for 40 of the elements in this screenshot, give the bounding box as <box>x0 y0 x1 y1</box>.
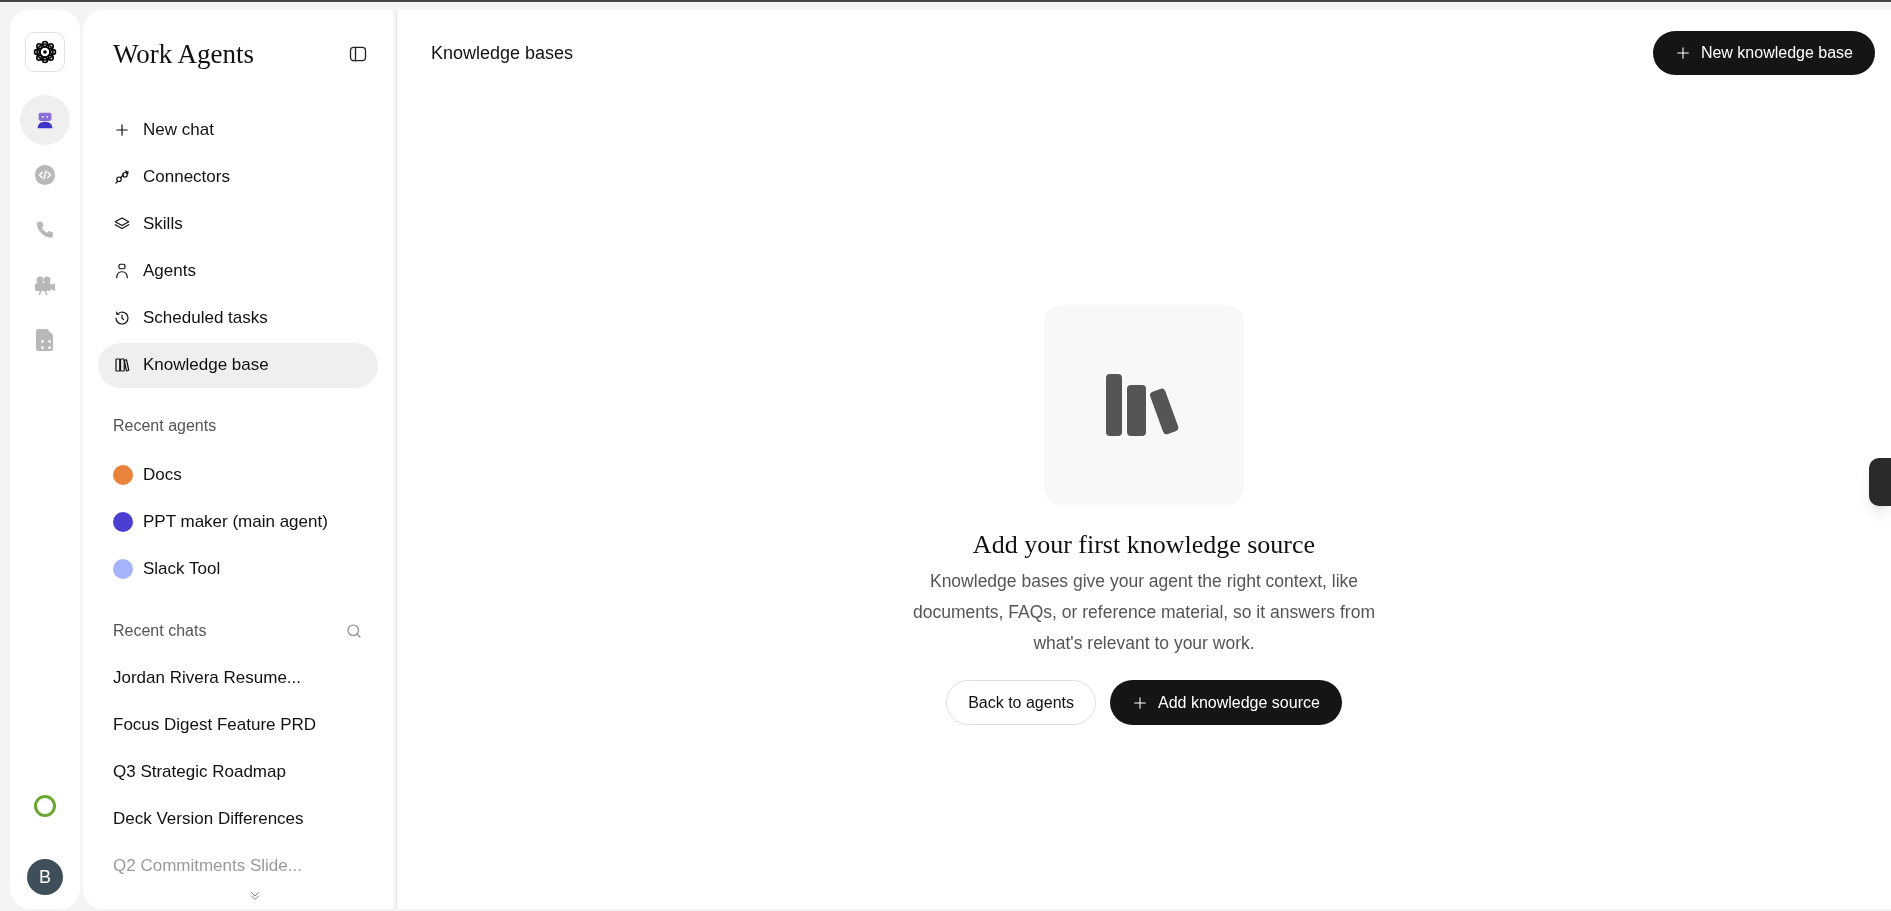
robot-icon <box>113 262 131 280</box>
side-tab[interactable] <box>1869 458 1891 506</box>
nav-item[interactable]: Scheduled tasks <box>98 295 378 341</box>
phone-icon <box>34 219 56 241</box>
section-heading: Recent chats <box>113 620 207 641</box>
plus-icon <box>1674 45 1691 61</box>
code-icon <box>34 164 56 186</box>
clock-icon <box>113 309 131 327</box>
rail-button[interactable] <box>20 95 70 145</box>
double-chevron-down-icon[interactable] <box>248 889 262 903</box>
chat-item[interactable]: Deck Version Differences <box>98 795 378 843</box>
nav-item[interactable]: Skills <box>98 201 378 247</box>
app-logo-icon[interactable] <box>25 32 65 72</box>
empty-state-description: Knowledge bases give your agent the right context, like documents, FAQs, or reference material, so it answers from what's relevant to your work. <box>912 570 1376 655</box>
document-icon <box>35 328 55 352</box>
agent-item[interactable]: Docs <box>98 451 378 499</box>
section-heading: Recent agents <box>112 415 218 436</box>
chat-item[interactable]: Q3 Strategic Roadmap <box>98 748 378 796</box>
back-to-agents-button[interactable]: Back to agents <box>946 680 1096 725</box>
nav-item[interactable]: Agents <box>98 248 378 294</box>
chat-item[interactable]: Focus Digest Feature PRD <box>98 701 378 749</box>
chat-item[interactable]: Jordan Rivera Resume... <box>98 654 378 702</box>
plus-icon <box>1131 694 1148 711</box>
new-knowledge-base-button[interactable]: New knowledge base <box>1652 31 1875 75</box>
app-title: Work Agents <box>113 38 255 71</box>
plus-icon <box>113 121 131 139</box>
search-icon[interactable] <box>345 621 363 640</box>
nav-item[interactable]: Connectors <box>98 154 378 200</box>
page-title: Knowledge bases <box>431 41 574 65</box>
agent-item[interactable]: Slack Tool <box>98 545 378 593</box>
plug-icon <box>113 168 131 186</box>
agent-item[interactable]: PPT maker (main agent) <box>98 498 378 546</box>
status-ring-icon <box>34 795 56 817</box>
nav-item[interactable]: New chat <box>98 107 378 153</box>
add-knowledge-source-button[interactable]: Add knowledge source <box>1109 680 1342 725</box>
video-camera-icon <box>33 274 57 296</box>
nav-item[interactable]: Knowledge base <box>98 342 378 388</box>
user-avatar[interactable]: B <box>27 859 63 895</box>
empty-state-heading: Add your first knowledge source <box>972 529 1316 561</box>
books-icon <box>113 356 131 374</box>
